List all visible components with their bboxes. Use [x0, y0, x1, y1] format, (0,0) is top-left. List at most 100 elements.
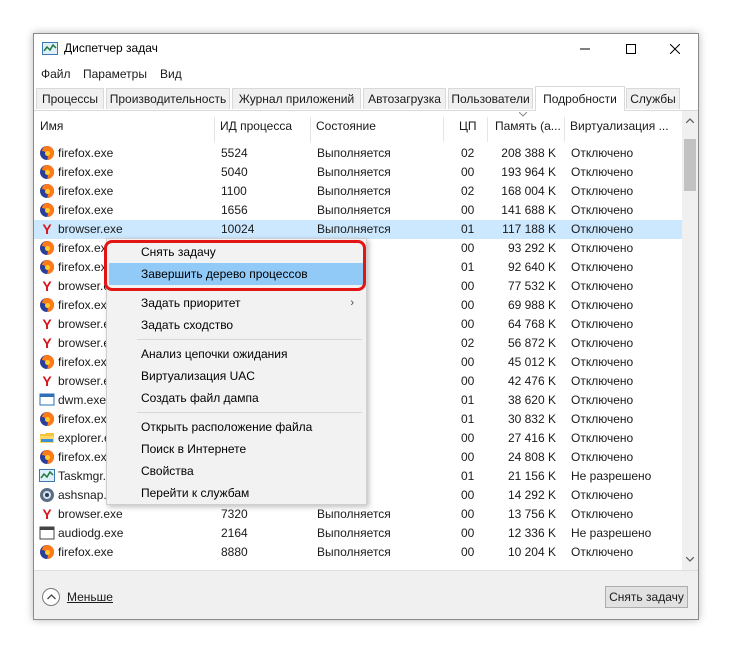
table-row[interactable]: firefox.exe 5524 Выполняется 02 208 388 K Отк… [34, 144, 682, 163]
memory-usage: 168 004 K [501, 184, 556, 198]
memory-usage: 12 336 K [507, 526, 556, 540]
table-row[interactable]: Ybrowser.exe 10024 Выполняется 01 117 188 K О… [34, 220, 682, 239]
process-status: Выполняется [317, 526, 391, 540]
process-status: Выполняется [317, 545, 391, 559]
svg-text:Y: Y [42, 278, 52, 294]
yandex-icon: Y [39, 278, 55, 294]
firefox-icon [39, 297, 55, 313]
tab-app-history[interactable]: Журнал приложений [232, 88, 361, 109]
process-id: 5524 [221, 146, 248, 160]
footer-bar: Меньше Снять задачу [34, 570, 698, 619]
context-menu-item-label: Создать файл дампа [141, 391, 259, 405]
process-status: Выполняется [317, 203, 391, 217]
maximize-icon [626, 44, 636, 54]
tab-performance[interactable]: Производительность [106, 88, 230, 109]
context-menu-item[interactable]: Открыть расположение файла [109, 416, 364, 438]
cpu-usage: 02 [461, 336, 475, 350]
table-row[interactable]: Ybrowser.exe 7320 Выполняется 00 13 756 K Отк… [34, 505, 682, 524]
context-menu-item[interactable]: Анализ цепочки ожидания [109, 343, 364, 365]
process-id: 7320 [221, 507, 248, 521]
process-id: 5040 [221, 165, 248, 179]
table-row[interactable]: firefox.exe 8880 Выполняется 00 10 204 K Откл… [34, 543, 682, 562]
memory-usage: 14 292 K [507, 488, 556, 502]
task-manager-icon [42, 42, 58, 55]
uac-virtualization: Отключено [571, 298, 634, 312]
firefox-icon [39, 449, 55, 465]
process-id: 8880 [221, 545, 248, 559]
column-header-pid[interactable]: ИД процесса [214, 111, 310, 142]
process-id: 2164 [221, 526, 248, 540]
process-status: Выполняется [317, 165, 391, 179]
memory-usage: 38 620 K [507, 393, 556, 407]
minimize-icon [580, 48, 590, 50]
memory-usage: 24 808 K [507, 450, 556, 464]
process-name: firefox.exe [58, 203, 114, 217]
context-menu-item[interactable]: Задать сходство [109, 314, 364, 336]
tab-processes[interactable]: Процессы [36, 88, 104, 109]
uac-virtualization: Отключено [571, 450, 634, 464]
uac-virtualization: Отключено [571, 355, 634, 369]
context-menu-item[interactable]: Создать файл дампа [109, 387, 364, 409]
close-button[interactable] [652, 34, 698, 64]
scrollbar-thumb[interactable] [684, 139, 696, 191]
minimize-button[interactable] [562, 34, 608, 64]
table-row[interactable]: firefox.exe 1656 Выполняется 00 141 688 K Отк… [34, 201, 682, 220]
memory-usage: 13 756 K [507, 507, 556, 521]
window-title: Диспетчер задач [64, 41, 158, 55]
yandex-icon: Y [39, 506, 55, 522]
column-header-virtualization[interactable]: Виртуализация ... [564, 111, 681, 142]
table-row[interactable]: firefox.exe 1100 Выполняется 02 168 004 K Отк… [34, 182, 682, 201]
memory-usage: 27 416 K [507, 431, 556, 445]
memory-usage: 193 964 K [501, 165, 556, 179]
menu-options[interactable]: Параметры [83, 67, 147, 81]
red-highlight-frame [104, 240, 366, 291]
column-header-name[interactable]: Имя [34, 111, 214, 142]
uac-virtualization: Отключено [571, 279, 634, 293]
end-task-button[interactable]: Снять задачу [605, 586, 688, 608]
scroll-down-arrow-icon[interactable] [686, 557, 694, 562]
cpu-usage: 00 [461, 298, 475, 312]
context-menu-item-label: Перейти к службам [141, 486, 250, 500]
uac-virtualization: Отключено [571, 374, 634, 388]
process-status: Выполняется [317, 507, 391, 521]
title-bar[interactable]: Диспетчер задач [34, 34, 698, 64]
memory-usage: 21 156 K [507, 469, 556, 483]
tab-details[interactable]: Подробности [535, 86, 625, 111]
memory-usage: 10 204 K [507, 545, 556, 559]
process-name: firefox.exe [58, 184, 114, 198]
context-menu-item[interactable]: Свойства [109, 460, 364, 482]
menu-view[interactable]: Вид [160, 67, 182, 81]
memory-usage: 69 988 K [507, 298, 556, 312]
vertical-scrollbar[interactable] [682, 111, 698, 570]
context-menu-item[interactable]: Перейти к службам [109, 482, 364, 504]
menu-file[interactable]: Файл [41, 67, 71, 81]
context-menu-item[interactable]: Виртуализация UAC [109, 365, 364, 387]
column-header-cpu[interactable]: ЦП [443, 111, 487, 142]
tab-users[interactable]: Пользователи [448, 88, 533, 109]
process-id: 10024 [221, 222, 255, 236]
scroll-up-arrow-icon[interactable] [686, 118, 694, 123]
cpu-usage: 00 [461, 374, 475, 388]
fewer-details-button[interactable]: Меньше [42, 586, 113, 608]
yandex-icon: Y [39, 373, 55, 389]
tab-startup[interactable]: Автозагрузка [363, 88, 446, 109]
process-name: firefox.exe [58, 146, 114, 160]
cpu-usage: 00 [461, 317, 475, 331]
svg-text:Y: Y [42, 335, 52, 351]
firefox-icon [39, 354, 55, 370]
context-menu-item[interactable]: Задать приоритет › [109, 292, 364, 314]
memory-usage: 93 292 K [507, 241, 556, 255]
memory-usage: 42 476 K [507, 374, 556, 388]
table-row[interactable]: firefox.exe 5040 Выполняется 00 193 964 K Отк… [34, 163, 682, 182]
column-header-status[interactable]: Состояние [310, 111, 443, 142]
ashsnap-icon [39, 487, 55, 503]
process-name: browser.exe [58, 507, 123, 521]
tab-services[interactable]: Службы [626, 88, 680, 109]
context-menu-item-label: Задать приоритет [141, 296, 241, 310]
context-menu-item[interactable]: Поиск в Интернете [109, 438, 364, 460]
uac-virtualization: Отключено [571, 203, 634, 217]
cpu-usage: 00 [461, 203, 475, 217]
context-menu-item-label: Поиск в Интернете [141, 442, 247, 456]
maximize-button[interactable] [608, 34, 654, 64]
table-row[interactable]: audiodg.exe 2164 Выполняется 00 12 336 K Не р… [34, 524, 682, 543]
